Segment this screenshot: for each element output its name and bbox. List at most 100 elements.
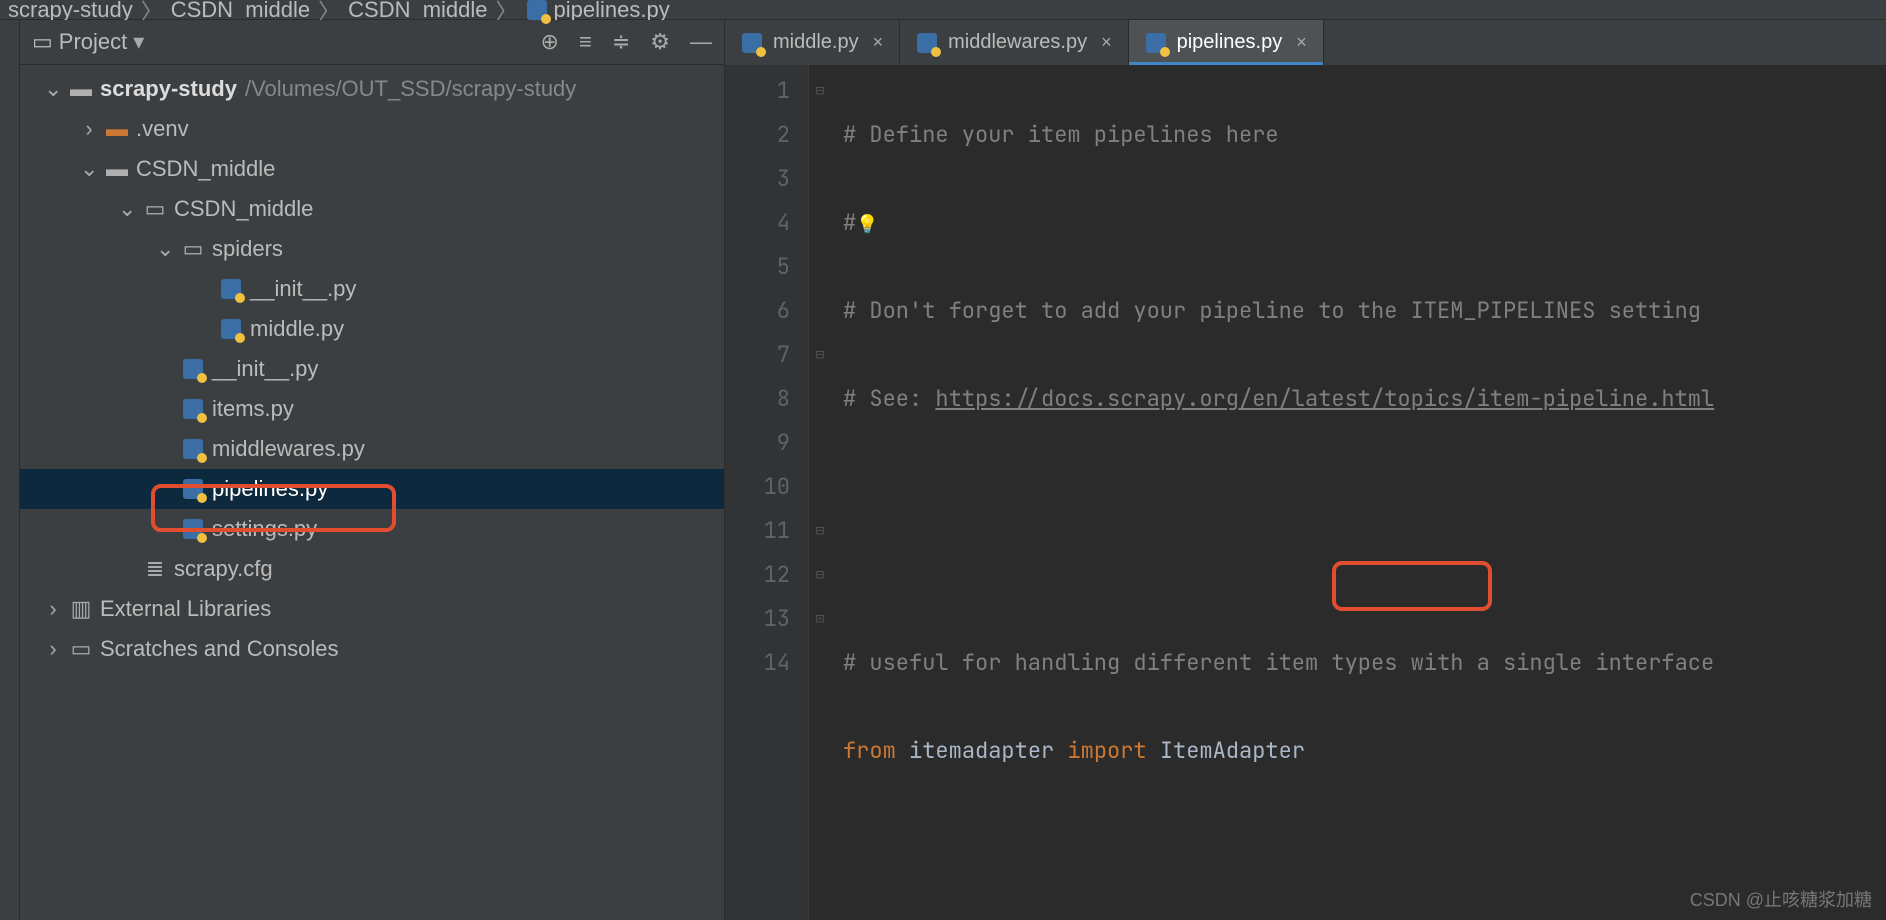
project-actions: ⊕ ≡ ≑ ⚙ — [541,29,712,55]
project-title-text: Project [59,29,127,55]
python-file-icon [220,278,242,300]
fold-marker[interactable]: ⊟ [809,509,831,553]
chevron-down-icon[interactable]: ⌄ [80,156,98,182]
tree-label: middlewares.py [212,436,365,462]
line-number: 11 [725,509,790,553]
python-file-icon [741,32,763,54]
import-name: ItemAdapter [1147,736,1305,765]
package-icon: ▭ [144,198,166,220]
chevron-down-icon[interactable]: ⌄ [118,196,136,222]
project-tree[interactable]: ⌄ ▬ scrapy-study /Volumes/OUT_SSD/scrapy… [20,65,724,675]
tree-label: __init__.py [250,276,356,302]
tree-root-name: scrapy-study [100,76,237,102]
tree-settings[interactable]: settings.py [20,509,724,549]
tree-csdn2[interactable]: ⌄ ▭ CSDN_middle [20,189,724,229]
python-file-icon [220,318,242,340]
line-number: 3 [725,157,790,201]
code-comment: # useful for handling different item typ… [843,648,1714,677]
python-file-icon [182,358,204,380]
fold-marker[interactable]: ⊟ [809,69,831,113]
chevron-right-icon[interactable]: › [80,116,98,142]
intention-bulb-icon[interactable]: 💡 [856,213,878,236]
chevron-right-icon[interactable]: › [44,636,62,662]
scratches-icon: ▭ [70,638,92,660]
line-number: 7 [725,333,790,377]
tree-label: middle.py [250,316,344,342]
tab-label: pipelines.py [1177,31,1283,54]
tab-label: middlewares.py [948,31,1087,54]
collapse-all-icon[interactable]: ≑ [612,29,630,55]
tree-label: Scratches and Consoles [100,636,338,662]
tab-middle[interactable]: middle.py × [725,20,900,65]
tree-spiders-middle[interactable]: middle.py [20,309,724,349]
project-toolbar: ▭ Project ▾ ⊕ ≡ ≑ ⚙ — [20,20,724,65]
tree-venv[interactable]: › ▬ .venv [20,109,724,149]
folder-icon: ▬ [70,78,92,100]
tab-middlewares[interactable]: middlewares.py × [900,20,1128,65]
project-view-icon: ▭ [32,29,53,55]
tree-items[interactable]: items.py [20,389,724,429]
tree-scrapycfg[interactable]: ≣ scrapy.cfg [20,549,724,589]
line-number: 5 [725,245,790,289]
folder-icon: ▬ [106,158,128,180]
watermark: CSDN @止咳糖浆加糖 [1690,886,1872,912]
tree-root[interactable]: ⌄ ▬ scrapy-study /Volumes/OUT_SSD/scrapy… [20,69,724,109]
kw-import: import [1067,736,1146,765]
code-content[interactable]: # Define your item pipelines here #💡 # D… [831,65,1714,920]
tab-pipelines[interactable]: pipelines.py × [1129,20,1324,65]
tree-scratches[interactable]: › ▭ Scratches and Consoles [20,629,724,669]
chevron-right-icon[interactable]: › [44,596,62,622]
fold-gutter: ⊟ ⊟ ⊟ ⊟ ⊡ [809,65,831,920]
line-number: 12 [725,553,790,597]
line-number: 6 [725,289,790,333]
tree-spiders-init[interactable]: __init__.py [20,269,724,309]
close-icon[interactable]: × [1292,32,1307,53]
code-comment: # [843,208,856,237]
tree-init2[interactable]: __init__.py [20,349,724,389]
tree-spiders[interactable]: ⌄ ▭ spiders [20,229,724,269]
dropdown-arrow-icon[interactable]: ▾ [133,29,144,55]
tree-label: pipelines.py [212,476,328,502]
tree-label: External Libraries [100,596,271,622]
hide-icon[interactable]: — [690,29,712,55]
editor-tabs: middle.py × middlewares.py × pipelines.p… [725,20,1886,65]
locate-icon[interactable]: ⊕ [541,29,559,55]
tree-external-libraries[interactable]: › ▥ External Libraries [20,589,724,629]
breadcrumb-bar: scrapy-study 〉 CSDN_middle 〉 CSDN_middle… [0,0,1886,20]
fold-marker[interactable]: ⊟ [809,333,831,377]
python-file-icon [526,0,548,21]
libraries-icon: ▥ [70,598,92,620]
python-file-icon [182,478,204,500]
code-url[interactable]: https://docs.scrapy.org/en/latest/topics… [935,384,1714,413]
tree-label: scrapy.cfg [174,556,273,582]
fold-end-marker[interactable]: ⊡ [809,597,831,641]
tree-csdn1[interactable]: ⌄ ▬ CSDN_middle [20,149,724,189]
tree-middlewares[interactable]: middlewares.py [20,429,724,469]
tree-label: __init__.py [212,356,318,382]
chevron-down-icon[interactable]: ⌄ [156,236,174,262]
code-editor[interactable]: 1 2 3 4 5 6 7 8 9 10 11 12 13 14 ⊟ ⊟ ⊟ [725,65,1886,920]
project-title[interactable]: ▭ Project ▾ [32,29,144,55]
tree-label: CSDN_middle [174,196,313,222]
close-icon[interactable]: × [869,32,884,53]
line-number: 8 [725,377,790,421]
line-number: 4 [725,201,790,245]
code-comment: # Define your item pipelines here [843,120,1279,149]
tree-label: settings.py [212,516,317,542]
fold-marker[interactable]: ⊟ [809,553,831,597]
tree-pipelines[interactable]: pipelines.py [20,469,724,509]
close-icon[interactable]: × [1097,32,1112,53]
line-number-gutter: 1 2 3 4 5 6 7 8 9 10 11 12 13 14 [725,65,809,920]
code-comment: # See: [843,384,935,413]
tab-label: middle.py [773,31,859,54]
tool-window-stripe[interactable] [0,20,20,920]
expand-all-icon[interactable]: ≡ [579,29,592,55]
editor-area: middle.py × middlewares.py × pipelines.p… [725,20,1886,920]
tree-label: spiders [212,236,283,262]
chevron-down-icon[interactable]: ⌄ [44,76,62,102]
gear-icon[interactable]: ⚙ [650,29,670,55]
python-file-icon [1145,32,1167,54]
tree-label: .venv [136,116,189,142]
tree-label: CSDN_middle [136,156,275,182]
python-file-icon [182,518,204,540]
